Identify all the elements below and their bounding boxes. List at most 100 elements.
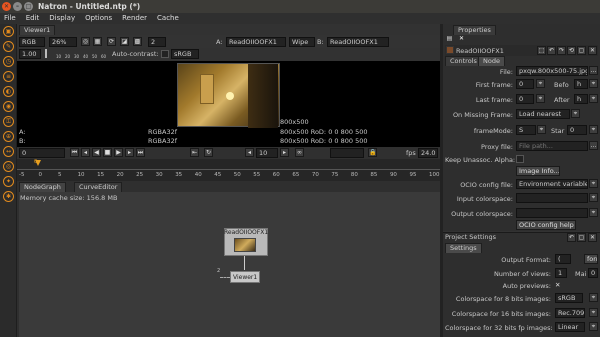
properties-menu-icon[interactable]: ▤ <box>445 35 454 44</box>
framemode-select[interactable]: S <box>516 125 536 135</box>
layer-count-select[interactable]: 2 <box>148 37 166 47</box>
framemode-keyframe-icon[interactable]: ⌖ <box>537 125 546 134</box>
before-keyframe-icon[interactable]: ⌖ <box>589 79 598 88</box>
last-frame-keyframe-icon[interactable]: ⌖ <box>536 94 545 103</box>
turbo-mode-icon[interactable]: ∞ <box>295 148 304 157</box>
stop-icon[interactable]: ■ <box>103 148 112 157</box>
missing-frame-select[interactable]: Load nearest <box>516 109 570 119</box>
viewer-node[interactable]: Viewer1 <box>230 271 260 283</box>
refresh-icon[interactable]: ⟳ <box>107 37 116 46</box>
close-panel-icon[interactable]: ✕ <box>588 46 597 55</box>
file-input[interactable]: pxqw.800x500-75.jpg <box>516 66 588 76</box>
first-frame-input[interactable]: 0 <box>516 79 534 89</box>
menu-render[interactable]: Render <box>122 14 147 22</box>
proxy-file-input[interactable]: File path... <box>516 141 588 151</box>
menu-cache[interactable]: Cache <box>157 14 179 22</box>
node-color-swatch[interactable] <box>446 46 454 54</box>
loop-mode-icon[interactable]: ↻ <box>204 148 213 157</box>
timeline[interactable]: 0 -5 0 5 10 15 20 25 30 35 40 45 50 55 60 65 70 75 80 85 90… <box>17 159 440 181</box>
views-tools-icon[interactable]: ◎ <box>3 161 14 172</box>
transform-tools-icon[interactable]: ↔ <box>3 146 14 157</box>
project-undo-icon[interactable]: ↶ <box>567 233 576 242</box>
cs32-keyframe-icon[interactable]: ⌖ <box>589 322 598 331</box>
start-keyframe-icon[interactable]: ⌖ <box>589 125 598 134</box>
clip-to-project-icon[interactable]: ◎ <box>81 37 90 46</box>
read-node[interactable]: ReadOIIOOFX1 <box>224 228 268 256</box>
first-frame-keyframe-icon[interactable]: ⌖ <box>536 79 545 88</box>
composite-select[interactable]: Wipe <box>289 37 315 47</box>
merge-tools-icon[interactable]: ⊕ <box>3 131 14 142</box>
last-frame-input[interactable]: 0 <box>516 94 534 104</box>
channel-tools-icon[interactable]: ≡ <box>3 71 14 82</box>
input-colorspace-input[interactable] <box>516 193 588 203</box>
playback-range-input[interactable] <box>330 148 364 158</box>
last-frame-icon[interactable]: ⏭ <box>136 148 145 157</box>
maximize-window-icon[interactable]: □ <box>24 2 33 11</box>
gain-input[interactable]: 1.00 <box>19 49 41 59</box>
viewer-colorspace-select[interactable]: sRGB <box>171 49 199 59</box>
output-format-select[interactable]: ( <box>555 254 571 264</box>
cs16-select[interactable]: Rec.709 <box>555 308 585 318</box>
input-colorspace-keyframe-icon[interactable]: ⌖ <box>589 193 598 202</box>
lock-range-icon[interactable]: 🔒 <box>368 148 377 157</box>
nodegraph-canvas[interactable] <box>19 192 440 337</box>
project-float-icon[interactable]: ▢ <box>577 233 586 242</box>
proxy-browse-icon[interactable]: … <box>589 141 598 150</box>
zoom-select[interactable]: 26% <box>49 37 77 47</box>
auto-contrast-checkbox[interactable] <box>161 50 169 58</box>
prev-increment-icon[interactable]: ◂ <box>245 148 254 157</box>
start-input[interactable]: 0 <box>567 125 587 135</box>
keyer-tools-icon[interactable]: ⚿ <box>3 116 14 127</box>
tab-properties[interactable]: Properties <box>453 25 496 35</box>
tab-node[interactable]: Node <box>478 56 505 66</box>
clear-properties-icon[interactable]: ✕ <box>457 35 466 44</box>
play-forward-icon[interactable]: ▶ <box>114 148 123 157</box>
color-tools-icon[interactable]: ◐ <box>3 86 14 97</box>
project-close-icon[interactable]: ✕ <box>588 233 597 242</box>
channels-select[interactable]: RGB <box>19 37 45 47</box>
main-view-input[interactable]: 0 <box>588 268 598 278</box>
center-node-icon[interactable]: ⬚ <box>537 46 546 55</box>
auto-previews-checkbox[interactable]: ✕ <box>555 281 560 289</box>
cs32-select[interactable]: Linear <box>555 322 585 332</box>
close-window-icon[interactable]: ✕ <box>2 2 11 11</box>
filter-tools-icon[interactable]: ◉ <box>3 101 14 112</box>
redo-icon[interactable]: ↷ <box>557 46 566 55</box>
restore-defaults-icon[interactable]: ⟲ <box>567 46 576 55</box>
cs8-keyframe-icon[interactable]: ⌖ <box>589 293 598 302</box>
cs16-keyframe-icon[interactable]: ⌖ <box>589 308 598 317</box>
after-select[interactable]: h <box>574 94 588 104</box>
frame-increment-input[interactable]: 10 <box>256 148 278 158</box>
input-a-select[interactable]: ReadOIIOOFX1 <box>226 37 286 47</box>
current-frame-input[interactable]: 0 <box>19 148 65 158</box>
proxy-icon[interactable]: ▦ <box>93 37 102 46</box>
ocio-help-button[interactable]: OCIO config help <box>516 220 576 230</box>
set-in-point-icon[interactable]: ⇤ <box>190 148 199 157</box>
minimize-window-icon[interactable]: – <box>13 2 22 11</box>
viewer-canvas[interactable]: 800x500 A: RGBA32f 800x500 RoD: 0 0 800 … <box>17 61 440 147</box>
after-keyframe-icon[interactable]: ⌖ <box>589 94 598 103</box>
tab-curveeditor[interactable]: CurveEditor <box>74 182 123 192</box>
menu-display[interactable]: Display <box>49 14 75 22</box>
input-b-select[interactable]: ReadOIIOOFX1 <box>327 37 389 47</box>
checkerboard-icon[interactable]: ▩ <box>133 37 142 46</box>
output-format-button[interactable]: form <box>584 254 598 264</box>
undo-icon[interactable]: ↶ <box>547 46 556 55</box>
image-tools-icon[interactable]: ▣ <box>3 26 14 37</box>
fps-input[interactable]: 24.0 <box>418 148 438 158</box>
time-tools-icon[interactable]: ◷ <box>3 56 14 67</box>
plugins-tools-icon[interactable]: ✱ <box>3 191 14 202</box>
keep-alpha-checkbox[interactable] <box>516 155 524 163</box>
ocio-config-select[interactable]: Environment variable <box>516 179 588 189</box>
tab-controls[interactable]: Controls <box>445 56 482 66</box>
tab-nodegraph[interactable]: NodeGraph <box>19 182 66 192</box>
next-increment-icon[interactable]: ▸ <box>280 148 289 157</box>
menu-file[interactable]: File <box>4 14 16 22</box>
file-browse-icon[interactable]: … <box>589 66 598 75</box>
missing-frame-keyframe-icon[interactable]: ⌖ <box>571 109 580 118</box>
gain-slider-handle[interactable] <box>45 49 47 58</box>
other-tools-icon[interactable]: ✦ <box>3 176 14 187</box>
prev-keyframe-icon[interactable]: ◂ <box>81 148 90 157</box>
float-panel-icon[interactable]: ▢ <box>577 46 586 55</box>
next-frame-icon[interactable]: ▸ <box>125 148 134 157</box>
